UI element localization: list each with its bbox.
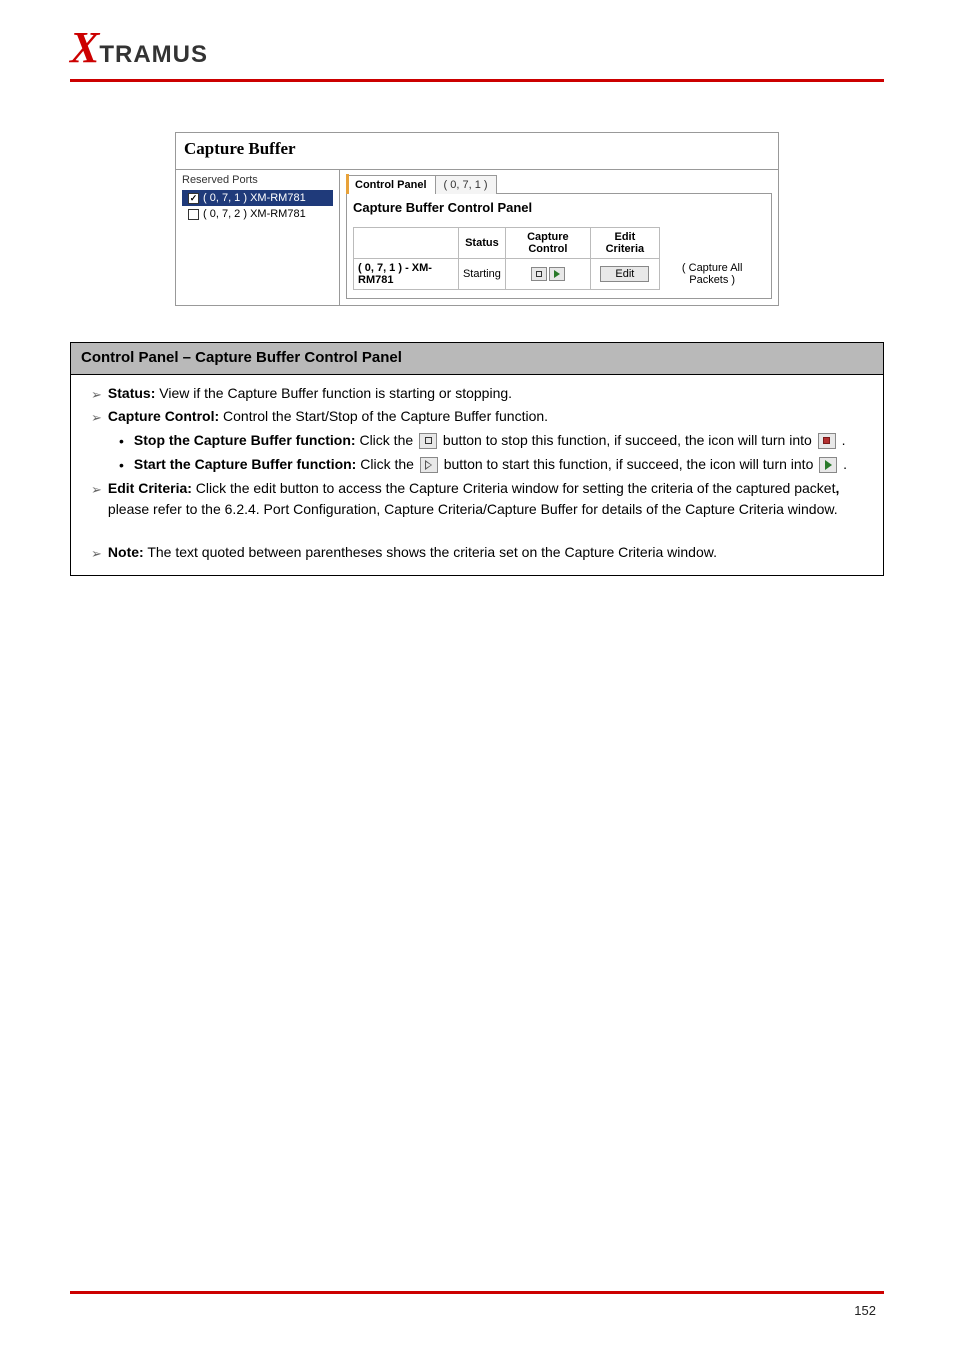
desc-item: ➢ Capture Control: Control the Start/Sto… (91, 406, 871, 428)
footer-rule (70, 1291, 884, 1294)
col-capture-control: Capture Control (505, 228, 590, 259)
tab-port[interactable]: ( 0, 7, 1 ) (435, 175, 497, 194)
reserved-port-label: ( 0, 7, 2 ) XM-RM781 (203, 208, 306, 220)
logo: X TRAMUS (70, 22, 884, 73)
description-header: Control Panel – Capture Buffer Control P… (71, 343, 883, 375)
stop-icon (536, 271, 542, 277)
play-button[interactable] (549, 267, 565, 281)
screenshot: Capture Buffer Reserved Ports ( 0, 7, 1 … (175, 132, 779, 306)
capture-buffer-main: Control Panel ( 0, 7, 1 ) Capture Buffer… (340, 170, 778, 305)
col-status: Status (458, 228, 505, 259)
page-number: 152 (854, 1303, 876, 1318)
col-port (354, 228, 459, 259)
reserved-port-item[interactable]: ( 0, 7, 2 ) XM-RM781 (182, 206, 333, 222)
desc-item: ➢ Note: The text quoted between parenthe… (91, 542, 871, 564)
capture-buffer-window: Capture Buffer Reserved Ports ( 0, 7, 1 … (175, 132, 779, 306)
reserved-port-item[interactable]: ( 0, 7, 1 ) XM-RM781 (182, 190, 333, 206)
arrow-icon: ➢ (91, 480, 102, 500)
tabs: Control Panel ( 0, 7, 1 ) (346, 174, 772, 193)
control-panel-title: Capture Buffer Control Panel (353, 200, 765, 215)
checkbox-icon[interactable] (188, 209, 199, 220)
logo-rest: TRAMUS (99, 41, 208, 69)
capture-buffer-title: Capture Buffer (176, 133, 778, 170)
reserved-ports-panel: Reserved Ports ( 0, 7, 1 ) XM-RM781 ( 0,… (176, 170, 340, 305)
desc-item: ➢ Edit Criteria: Click the edit button t… (91, 478, 871, 520)
cell-port: ( 0, 7, 1 ) - XM-RM781 (354, 259, 459, 290)
description-body: ➢ Status: View if the Capture Buffer fun… (71, 375, 883, 576)
bullet-icon: • (119, 455, 124, 476)
stop-hollow-icon (419, 433, 437, 449)
stop-button[interactable] (531, 267, 547, 281)
play-green-icon (819, 457, 837, 473)
edit-button[interactable]: Edit (600, 266, 649, 282)
description-box: Control Panel – Capture Buffer Control P… (70, 342, 884, 576)
desc-subitem: • Start the Capture Buffer function: Cli… (119, 454, 871, 476)
arrow-icon: ➢ (91, 385, 102, 405)
play-hollow-icon (420, 457, 438, 473)
control-panel: Capture Buffer Control Panel Status Capt… (346, 193, 772, 299)
desc-item: ➢ Status: View if the Capture Buffer fun… (91, 383, 871, 405)
reserved-ports-label: Reserved Ports (182, 174, 333, 186)
checkbox-icon[interactable] (188, 193, 199, 204)
play-icon (554, 270, 560, 278)
stop-red-icon (818, 433, 836, 449)
cell-capall: ( Capture All Packets ) (659, 259, 764, 290)
arrow-icon: ➢ (91, 544, 102, 564)
header-rule (70, 79, 884, 82)
logo-bar: X TRAMUS (0, 0, 954, 79)
cell-status: Starting (458, 259, 505, 290)
arrow-icon: ➢ (91, 408, 102, 428)
table-row: ( 0, 7, 1 ) - XM-RM781 Starting Edit (354, 259, 765, 290)
desc-subitem: • Stop the Capture Buffer function: Clic… (119, 430, 871, 452)
tab-control-panel[interactable]: Control Panel (346, 175, 436, 194)
cell-capture-control (505, 259, 590, 290)
control-panel-table: Status Capture Control Edit Criteria ( 0… (353, 227, 765, 290)
logo-x: X (70, 22, 97, 73)
bullet-icon: • (119, 431, 124, 452)
cell-edit: Edit (590, 259, 659, 290)
col-edit-criteria: Edit Criteria (590, 228, 659, 259)
reserved-port-label: ( 0, 7, 1 ) XM-RM781 (203, 192, 306, 204)
col-capall (659, 228, 764, 259)
